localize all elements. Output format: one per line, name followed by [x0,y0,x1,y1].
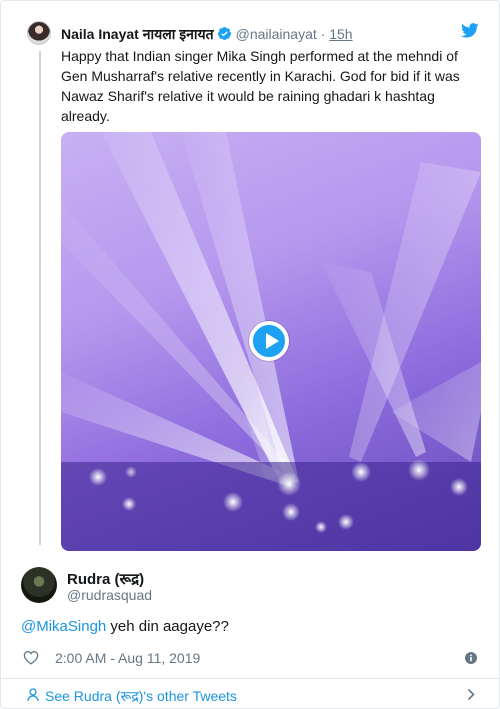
person-icon [27,688,39,707]
see-other-tweets-label[interactable]: See Rudra (रूद्र)'s other Tweets [45,687,237,706]
tweet-timestamp[interactable]: 2:00 AM - Aug 11, 2019 [55,650,200,666]
see-other-tweets-link[interactable]: See Rudra (रूद्र)'s other Tweets [1,679,499,709]
thread-line [39,51,41,545]
mention-link[interactable]: @MikaSingh [21,618,106,635]
quoted-author-avatar[interactable] [27,21,51,45]
info-icon[interactable] [465,651,477,667]
verified-badge-icon [217,26,232,44]
play-icon[interactable] [249,321,289,361]
quoted-tweet-text: Happy that Indian singer Mika Singh perf… [61,48,460,124]
twitter-bird-icon[interactable] [461,23,479,43]
tweet-text: @MikaSingh yeh din aagaye?? [21,618,229,635]
author-avatar[interactable] [21,567,57,603]
tweet-reply-text: yeh din aagaye?? [106,618,229,635]
tweet-embed-card: Naila Inayat नायला इनायत @nailainayat · 1… [0,0,500,709]
video-thumbnail[interactable] [61,132,481,551]
quoted-tweet-time[interactable]: 15h [329,26,352,42]
chevron-right-icon[interactable] [467,688,475,706]
author-handle[interactable]: @rudrasquad [67,587,152,603]
author-name[interactable]: Rudra (रूद्र) [67,569,144,589]
heart-icon[interactable] [23,650,39,668]
quoted-tweet-header: Naila Inayat नायला इनायत @nailainayat · 1… [61,25,353,44]
quoted-author-name[interactable]: Naila Inayat नायला इनायत [61,26,214,42]
time-separator: · [316,26,330,42]
tweet-meta: 2:00 AM - Aug 11, 2019 [21,649,479,669]
quoted-tweet-time-link[interactable]: 15h [329,26,352,42]
quoted-author-handle[interactable]: @nailainayat [236,26,317,42]
